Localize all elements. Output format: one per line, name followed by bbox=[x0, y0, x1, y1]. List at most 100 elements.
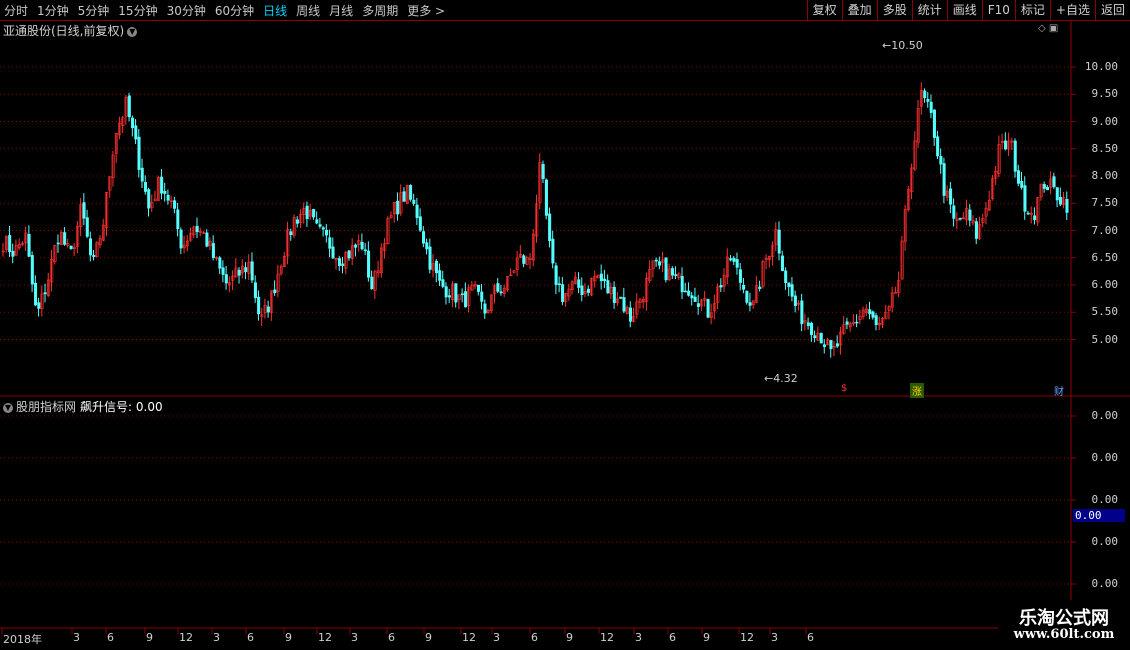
chevron-down-icon[interactable]: ▼ bbox=[127, 26, 138, 37]
candlestick-chart[interactable] bbox=[0, 0, 1130, 650]
diamond-icon[interactable]: ◇ bbox=[1038, 23, 1046, 34]
candle-body bbox=[732, 257, 736, 262]
indicator-name[interactable]: 股朋指标网 bbox=[16, 400, 76, 414]
time-label: 6 bbox=[388, 631, 395, 644]
candle-body bbox=[577, 279, 581, 288]
candle-body bbox=[745, 290, 749, 303]
candle-body bbox=[810, 322, 814, 335]
indicator-label: 0.00 bbox=[1091, 451, 1119, 464]
candle-body bbox=[1026, 212, 1030, 215]
candle-body bbox=[82, 202, 86, 219]
candle-body bbox=[434, 260, 438, 274]
candle-body bbox=[89, 238, 93, 256]
candle-body bbox=[1046, 186, 1050, 191]
time-label: 6 bbox=[107, 631, 114, 644]
candle-body bbox=[696, 303, 700, 307]
candle-body bbox=[11, 250, 15, 257]
indicator-label: 0.00 bbox=[1091, 493, 1119, 506]
candle-body bbox=[932, 109, 936, 138]
low-label: 4.32 bbox=[773, 372, 798, 385]
candle-body bbox=[561, 284, 565, 302]
chart-title: 亚通股份(日线,前复权) ▼ bbox=[3, 24, 138, 38]
candle-body bbox=[211, 243, 215, 259]
candle-body bbox=[370, 276, 374, 290]
candle-body bbox=[658, 261, 662, 266]
candle-body bbox=[674, 274, 678, 276]
candle-body bbox=[557, 283, 561, 286]
candle-body bbox=[690, 295, 694, 299]
candle-body bbox=[315, 219, 319, 224]
candle-body bbox=[140, 167, 144, 182]
candle-body bbox=[628, 307, 632, 322]
candle-body bbox=[738, 269, 742, 283]
time-label: 9 bbox=[146, 631, 153, 644]
candle-body bbox=[619, 296, 623, 299]
candle-body bbox=[687, 290, 691, 296]
candle-body bbox=[758, 286, 762, 289]
time-label: 9 bbox=[566, 631, 573, 644]
candle-body bbox=[1042, 184, 1046, 189]
rise-marker[interactable]: 涨 bbox=[910, 383, 924, 398]
candle-body bbox=[321, 227, 325, 230]
time-label: 3 bbox=[635, 631, 642, 644]
candle-body bbox=[780, 255, 784, 271]
candle-body bbox=[415, 204, 419, 219]
time-label: 9 bbox=[285, 631, 292, 644]
candle-body bbox=[266, 306, 270, 313]
price-label: 8.00 bbox=[1091, 169, 1119, 182]
price-label: 10.00 bbox=[1084, 60, 1118, 73]
candle-body bbox=[289, 231, 293, 236]
candle-body bbox=[205, 232, 209, 247]
price-label: 7.00 bbox=[1091, 223, 1119, 237]
candle-body bbox=[693, 296, 697, 302]
watermark-url: www.60lt.com bbox=[1013, 627, 1115, 642]
candle-body bbox=[845, 321, 849, 325]
candle-body bbox=[250, 261, 254, 281]
candle-body bbox=[354, 244, 358, 248]
candle-body bbox=[868, 309, 872, 315]
time-label: 3 bbox=[771, 631, 778, 644]
candle-body bbox=[923, 90, 927, 99]
time-label: 6 bbox=[669, 631, 676, 644]
candle-body bbox=[92, 255, 96, 257]
candle-body bbox=[855, 321, 859, 324]
time-label: 12 bbox=[318, 631, 332, 644]
candle-body bbox=[318, 224, 322, 227]
candle-body bbox=[160, 176, 164, 194]
candle-body bbox=[1033, 215, 1037, 220]
price-label: 5.50 bbox=[1091, 305, 1119, 319]
candle-body bbox=[85, 217, 89, 237]
finance-marker[interactable]: 财 bbox=[1054, 383, 1064, 398]
candle-body bbox=[195, 225, 199, 233]
time-label: 3 bbox=[213, 631, 220, 644]
candle-body bbox=[1016, 170, 1020, 184]
candle-body bbox=[253, 282, 257, 299]
candle-body bbox=[654, 259, 658, 262]
candle-body bbox=[273, 289, 277, 294]
candle-body bbox=[942, 163, 946, 196]
candle-body bbox=[580, 285, 584, 296]
dollar-marker[interactable]: $ bbox=[841, 383, 847, 394]
price-label: 5.00 bbox=[1091, 332, 1119, 346]
candle-body bbox=[729, 258, 733, 261]
time-label: 12 bbox=[740, 631, 754, 644]
candle-body bbox=[819, 333, 823, 344]
candle-body bbox=[218, 257, 222, 269]
candle-body bbox=[929, 101, 933, 113]
candle-body bbox=[305, 205, 309, 220]
candle-body bbox=[179, 229, 183, 249]
time-label: 6 bbox=[247, 631, 254, 644]
candle-body bbox=[402, 191, 406, 202]
candle-body bbox=[958, 217, 962, 220]
candle-body bbox=[1065, 198, 1069, 213]
watermark: 乐淘公式网 www.60lt.com bbox=[998, 600, 1130, 650]
candle-body bbox=[829, 340, 833, 350]
candle-body bbox=[441, 279, 445, 287]
time-label: 3 bbox=[351, 631, 358, 644]
chevron-down-icon[interactable]: ▼ bbox=[3, 402, 13, 413]
layout-icon[interactable]: ▣ bbox=[1049, 23, 1058, 34]
candle-body bbox=[622, 297, 626, 312]
price-label: 9.50 bbox=[1091, 87, 1119, 101]
candle-body bbox=[137, 136, 141, 170]
candle-body bbox=[337, 258, 341, 266]
